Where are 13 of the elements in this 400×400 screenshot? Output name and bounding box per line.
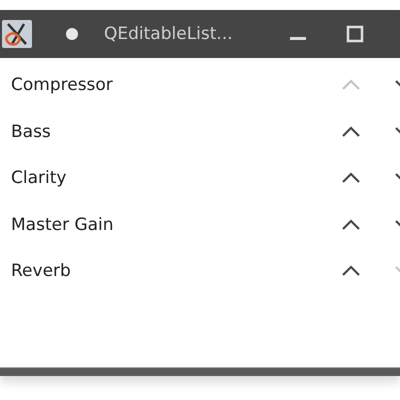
list-item[interactable]: Master Gain (11, 214, 341, 235)
list-item[interactable]: Bass (11, 122, 341, 142)
maximize-button[interactable] (345, 24, 365, 44)
move-up-button[interactable] (341, 218, 361, 231)
list-item[interactable]: Reverb (11, 261, 341, 282)
move-up-button[interactable] (341, 265, 361, 278)
list-item[interactable]: Clarity (11, 168, 341, 188)
move-up-button[interactable] (341, 172, 361, 184)
sticky-dot-icon[interactable] (66, 28, 78, 40)
window-title: QEditableList... (104, 24, 234, 44)
list-item[interactable]: Compressor (11, 75, 341, 96)
app-icon[interactable] (2, 20, 32, 48)
move-up-button[interactable] (341, 126, 361, 138)
